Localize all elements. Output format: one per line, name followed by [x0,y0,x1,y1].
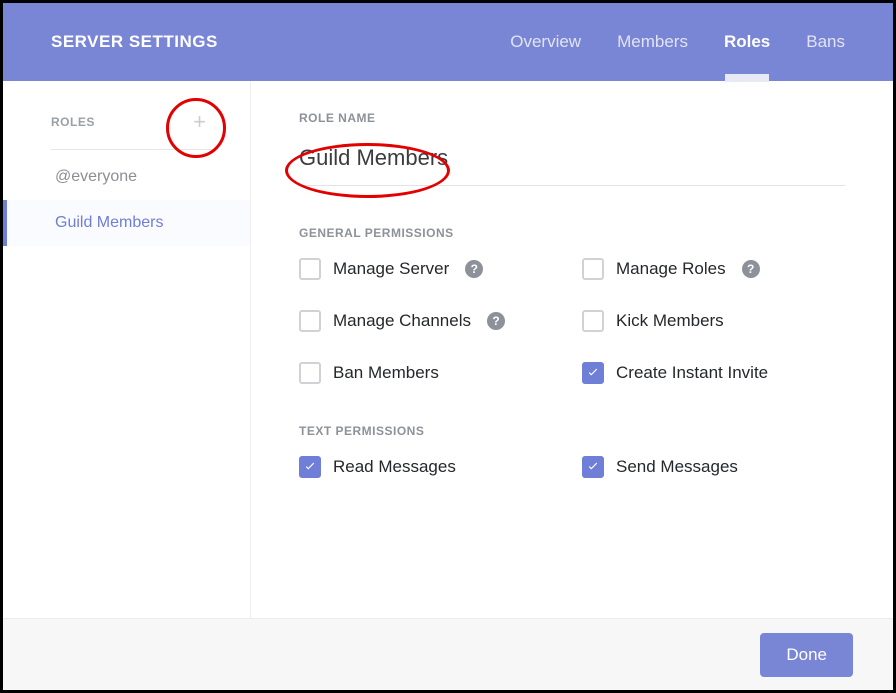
checkbox-create-invite[interactable] [582,362,604,384]
checkbox-manage-server[interactable] [299,258,321,280]
tab-overview[interactable]: Overview [510,6,581,78]
perm-send-messages: Send Messages [582,456,845,478]
role-name-label: ROLE NAME [299,111,845,125]
checkbox-read-messages[interactable] [299,456,321,478]
perm-label: Kick Members [616,311,724,331]
perm-manage-channels: Manage Channels ? [299,310,562,332]
tab-roles[interactable]: Roles [724,6,770,78]
sidebar-item-guild-members[interactable]: Guild Members [3,200,250,246]
perm-label: Manage Roles [616,259,726,279]
general-permissions-title: GENERAL PERMISSIONS [299,226,845,240]
tab-members[interactable]: Members [617,6,688,78]
tab-bans[interactable]: Bans [806,6,845,78]
role-editor: ROLE NAME GENERAL PERMISSIONS Manage Ser… [251,81,893,618]
add-role-icon[interactable]: + [193,111,206,133]
checkbox-manage-channels[interactable] [299,310,321,332]
done-button[interactable]: Done [760,633,853,677]
perm-read-messages: Read Messages [299,456,562,478]
main-body: ROLES + @everyone Guild Members ROLE NAM… [3,81,893,618]
checkbox-manage-roles[interactable] [582,258,604,280]
role-name-input[interactable] [299,139,845,186]
general-permissions-grid: Manage Server ? Manage Roles ? Manage Ch… [299,258,845,384]
text-permissions-section: TEXT PERMISSIONS Read Messages Send Mess… [299,424,845,478]
perm-label: Manage Server [333,259,449,279]
help-icon[interactable]: ? [465,260,483,278]
perm-manage-roles: Manage Roles ? [582,258,845,280]
roles-sidebar: ROLES + @everyone Guild Members [3,81,251,618]
perm-kick-members: Kick Members [582,310,845,332]
perm-label: Create Instant Invite [616,363,768,383]
help-icon[interactable]: ? [742,260,760,278]
perm-label: Send Messages [616,457,738,477]
page-title: SERVER SETTINGS [51,32,218,52]
perm-ban-members: Ban Members [299,362,562,384]
checkbox-kick-members[interactable] [582,310,604,332]
footer-bar: Done [3,618,893,690]
checkbox-send-messages[interactable] [582,456,604,478]
perm-manage-server: Manage Server ? [299,258,562,280]
text-permissions-title: TEXT PERMISSIONS [299,424,845,438]
checkbox-ban-members[interactable] [299,362,321,384]
text-permissions-grid: Read Messages Send Messages [299,456,845,478]
nav-tabs: Overview Members Roles Bans [510,6,845,78]
general-permissions-section: GENERAL PERMISSIONS Manage Server ? Mana… [299,226,845,384]
perm-label: Read Messages [333,457,456,477]
sidebar-header: ROLES + [3,99,230,145]
sidebar-title: ROLES [51,115,95,129]
sidebar-item-everyone[interactable]: @everyone [3,154,250,200]
sidebar-divider [51,149,212,150]
perm-label: Ban Members [333,363,439,383]
header-bar: SERVER SETTINGS Overview Members Roles B… [3,3,893,81]
perm-label: Manage Channels [333,311,471,331]
help-icon[interactable]: ? [487,312,505,330]
perm-create-invite: Create Instant Invite [582,362,845,384]
